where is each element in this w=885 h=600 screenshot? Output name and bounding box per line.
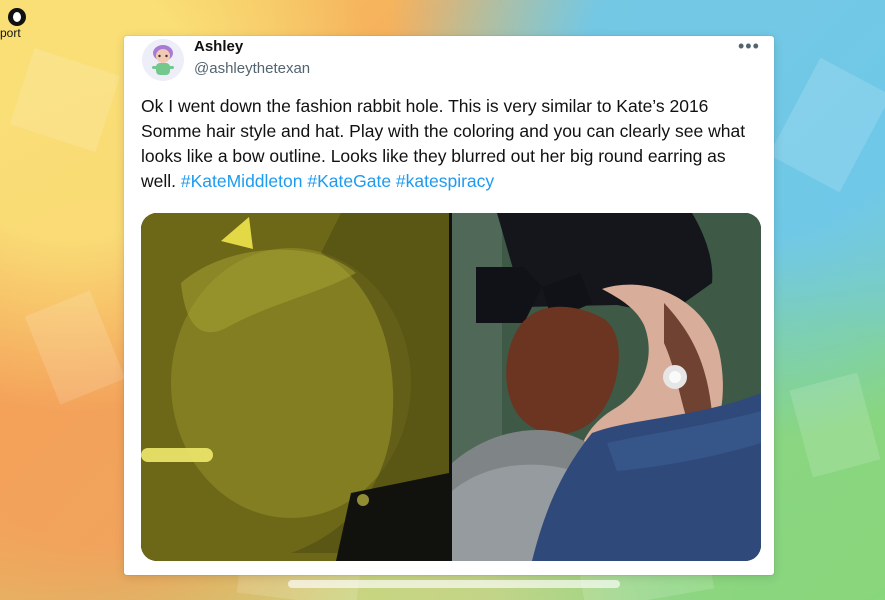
- avatar-icon: [142, 39, 184, 81]
- background-polygon: [768, 57, 885, 193]
- background-polygon: [9, 48, 121, 152]
- edited-photo[interactable]: [141, 213, 449, 561]
- user-handle[interactable]: @ashleythetexan: [194, 60, 310, 77]
- background-polygon: [789, 372, 881, 478]
- reference-photo[interactable]: [452, 213, 761, 561]
- home-indicator[interactable]: [288, 580, 620, 588]
- avatar[interactable]: [142, 39, 184, 81]
- app-icon-glyph: [8, 8, 26, 26]
- hashtag-kategate[interactable]: #KateGate: [307, 171, 391, 191]
- tweet-media[interactable]: [141, 213, 761, 561]
- tweet-text: Ok I went down the fashion rabbit hole. …: [141, 94, 751, 194]
- reference-photo-illustration: [452, 213, 761, 561]
- background-polygon: [24, 290, 126, 405]
- display-name[interactable]: Ashley: [194, 38, 243, 55]
- hashtag-katespiracy[interactable]: #katespiracy: [396, 171, 494, 191]
- more-icon[interactable]: •••: [738, 36, 760, 57]
- corner-label: port: [0, 26, 21, 40]
- hashtag-katemiddleton[interactable]: #KateMiddleton: [181, 171, 303, 191]
- edited-photo-illustration: [141, 213, 449, 561]
- tweet-card[interactable]: Ashley @ashleythetexan ••• Ok I went dow…: [124, 36, 774, 575]
